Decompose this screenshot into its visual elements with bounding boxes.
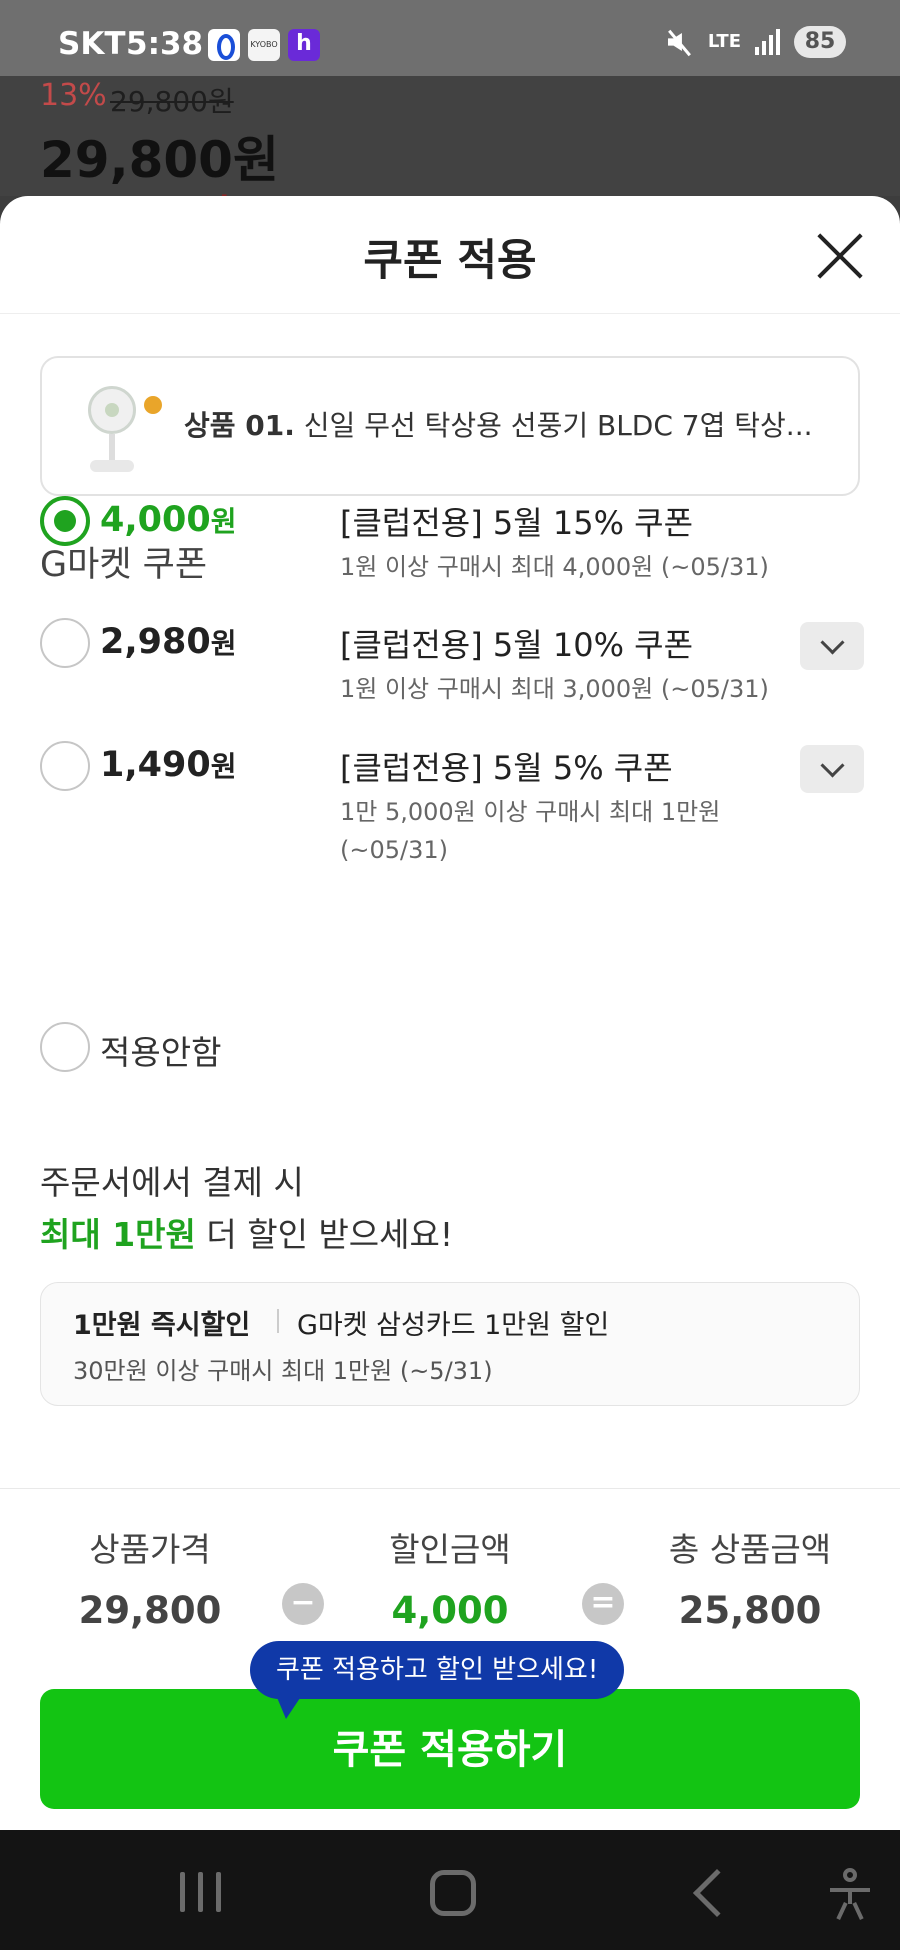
mute-icon <box>664 27 694 57</box>
price-value: 29,800 <box>78 1589 222 1632</box>
bg-original-price: 29,800원 <box>110 85 234 118</box>
divider <box>277 1309 279 1333</box>
price-label: 상품가격 <box>89 1530 211 1569</box>
back-icon[interactable] <box>692 1868 742 1918</box>
card-discount-box: 1만원 즉시할인 G마켓 삼성카드 1만원 할인 30만원 이상 구매시 최대 … <box>40 1282 860 1406</box>
opera-icon <box>208 29 240 61</box>
kyobo-icon: KYOBO <box>248 29 280 61</box>
coupon-description: 1원 이상 구매시 최대 4,000원 (~05/31) <box>340 553 769 581</box>
coupon-amount-value: 4,000 <box>100 500 211 540</box>
total-label: 총 상품금액 <box>668 1530 832 1569</box>
apply-coupon-button[interactable]: 쿠폰 적용하기 <box>40 1689 860 1809</box>
status-indicators: LTE 85 <box>664 26 846 58</box>
apply-tooltip: 쿠폰 적용하고 할인 받으세요! <box>250 1641 625 1719</box>
coupon-amount: 4,000원 <box>100 500 236 540</box>
card-discount-tag: 1만원 즉시할인 <box>73 1310 251 1341</box>
card-discount-name: G마켓 삼성카드 1만원 할인 <box>297 1310 610 1341</box>
chevron-down-icon[interactable] <box>800 745 864 793</box>
carrier-label: SKT <box>58 26 126 62</box>
h-app-icon: h <box>288 29 320 61</box>
close-icon[interactable] <box>816 232 864 280</box>
lte-label: LTE <box>707 31 741 52</box>
summary-price: 상품가격 29,800 <box>0 1523 300 1632</box>
coupon-amount: 1,490원 <box>100 745 236 785</box>
coupon-bottom-sheet: 쿠폰 적용 상품 01. 신일 무선 탁상용 선풍기 BLDC 7엽 탁상...… <box>0 196 900 1830</box>
coupon-title: [클럽전용] 5월 5% 쿠폰 <box>340 749 673 787</box>
coupon-amount-value: 1,490 <box>100 745 211 785</box>
summary-discount: 할인금액 4,000 <box>300 1523 600 1632</box>
recent-apps-icon[interactable] <box>180 1872 224 1912</box>
promo-highlight: 최대 1만원 <box>40 1215 196 1254</box>
clock-time: 5:38 <box>126 26 204 62</box>
bg-discount-percent: 13% <box>40 78 107 113</box>
coupon-amount-unit: 원 <box>210 750 237 783</box>
coupon-title: [클럽전용] 5월 10% 쿠폰 <box>340 626 694 664</box>
product-title: 신일 무선 탁상용 선풍기 BLDC 7엽 탁상... <box>303 409 813 442</box>
no-apply-label: 적용안함 <box>100 1033 222 1072</box>
radio-button[interactable] <box>40 1022 90 1072</box>
product-card: 상품 01. 신일 무선 탁상용 선풍기 BLDC 7엽 탁상... <box>40 356 860 496</box>
coupon-title: [클럽전용] 5월 15% 쿠폰 <box>340 504 694 542</box>
card-discount-desc: 30만원 이상 구매시 최대 1만원 (~5/31) <box>73 1357 493 1385</box>
accessibility-icon[interactable] <box>828 1868 872 1921</box>
background-product-page: 13% 29,800원 29,800원 25,800원 <box>0 76 900 196</box>
price-summary-area: 상품가격 29,800 − 할인금액 4,000 = 총 상품금액 25,800… <box>0 1488 900 1830</box>
chevron-down-icon[interactable] <box>800 622 864 670</box>
coupon-description: 1만 5,000원 이상 구매시 최대 1만원 (~05/31) <box>340 798 721 864</box>
product-thumbnail <box>82 386 162 474</box>
summary-total: 총 상품금액 25,800 <box>600 1523 900 1632</box>
fan-head-shape <box>88 386 136 434</box>
signal-icon <box>755 29 780 55</box>
radio-button[interactable] <box>40 618 90 668</box>
promo-line-1: 주문서에서 결제 시 <box>40 1163 304 1202</box>
home-icon[interactable] <box>430 1870 476 1916</box>
coupon-amount: 2,980원 <box>100 622 236 662</box>
badge-icon <box>144 396 162 414</box>
coupon-amount-unit: 원 <box>210 505 237 538</box>
status-bar: SKT 5:38 KYOBO h LTE 85 <box>0 0 900 76</box>
discount-value: 4,000 <box>391 1589 509 1632</box>
bg-extra-price: 25,800원 <box>40 182 231 196</box>
total-value: 25,800 <box>678 1589 822 1632</box>
discount-label: 할인금액 <box>389 1530 511 1569</box>
product-label: 상품 01. <box>184 409 295 442</box>
system-navigation-bar <box>0 1830 900 1950</box>
product-name: 상품 01. 신일 무선 탁상용 선풍기 BLDC 7엽 탁상... <box>184 404 813 444</box>
coupon-description: 1원 이상 구매시 최대 3,000원 (~05/31) <box>340 675 769 703</box>
promo-line-2: 최대 1만원 더 할인 받으세요! <box>40 1208 453 1256</box>
radio-button-selected[interactable] <box>40 496 90 546</box>
coupon-amount-value: 2,980 <box>100 622 211 662</box>
sheet-header: 쿠폰 적용 <box>0 196 900 314</box>
battery-indicator: 85 <box>794 26 846 58</box>
fan-pole-shape <box>109 434 115 462</box>
sheet-title: 쿠폰 적용 <box>363 236 537 286</box>
fan-base-shape <box>90 460 134 472</box>
radio-button[interactable] <box>40 741 90 791</box>
promo-rest: 더 할인 받으세요! <box>195 1215 454 1254</box>
coupon-amount-unit: 원 <box>210 627 237 660</box>
